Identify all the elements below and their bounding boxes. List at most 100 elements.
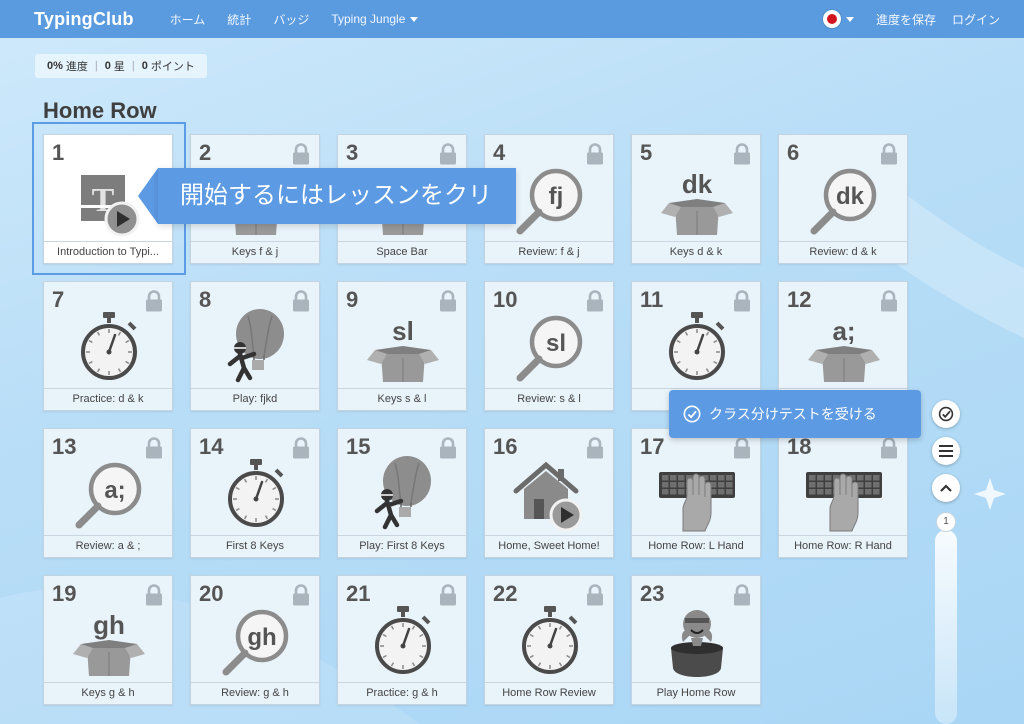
- lesson-card[interactable]: 10 sl Review: s & l: [484, 281, 614, 411]
- menu-icon: [939, 445, 953, 457]
- start-lesson-tooltip: 開始するにはレッスンをクリ: [158, 168, 516, 224]
- keyboard-hand-icon: [804, 455, 884, 535]
- home-video-icon: [510, 455, 590, 535]
- lesson-title: Play: fjkd: [191, 388, 319, 410]
- lesson-keys: gh: [93, 610, 125, 640]
- points-value: 0: [141, 60, 148, 72]
- lesson-card[interactable]: 23 Play Home Row: [631, 575, 761, 705]
- magnifier-icon: dk: [804, 161, 884, 241]
- points-label: ポイント: [150, 61, 195, 73]
- placement-test-tooltip[interactable]: クラス分けテストを受ける: [669, 390, 921, 438]
- save-progress-link[interactable]: 進度を保存: [876, 11, 936, 28]
- lesson-number: 3: [346, 140, 359, 165]
- magnifier-icon: gh: [216, 602, 296, 682]
- lesson-title: Space Bar: [338, 241, 466, 263]
- check-circle-icon: [683, 405, 701, 423]
- lesson-title: Home, Sweet Home!: [485, 535, 613, 557]
- course-dropdown-label: Typing Jungle: [331, 12, 406, 26]
- divider: |: [94, 60, 98, 72]
- typingclub-logo[interactable]: TypingClub: [34, 9, 134, 30]
- tooltip-arrow: [138, 168, 158, 224]
- placement-test-label: クラス分けテストを受ける: [709, 406, 877, 422]
- chevron-up-icon: [940, 484, 952, 492]
- lesson-number: 5: [640, 140, 653, 165]
- lesson-keys: a;: [104, 477, 125, 504]
- stars-label: 星: [113, 61, 125, 73]
- section-title: Home Row: [43, 98, 157, 123]
- lesson-number: 9: [346, 287, 359, 312]
- scroll-up-button[interactable]: [932, 474, 960, 502]
- lesson-keys: fj: [549, 183, 564, 210]
- lesson-keys: sl: [546, 330, 566, 357]
- box-icon: a;: [804, 308, 884, 388]
- lesson-title: Play: First 8 Keys: [338, 535, 466, 557]
- lesson-number: 4: [493, 140, 506, 165]
- keyboard-hand-icon: [657, 455, 737, 535]
- top-nav: TypingClub ホーム 統計 バッジ Typing Jungle 進度を保…: [0, 0, 1024, 38]
- japan-flag-icon: [822, 10, 841, 28]
- progress-stats: 0% 進度 | 0 星 | 0 ポイント: [35, 54, 207, 78]
- progress-label: 進度: [65, 61, 88, 73]
- lesson-card[interactable]: 15 Play: First 8 Keys: [337, 428, 467, 558]
- stopwatch-icon: [510, 602, 590, 682]
- lesson-number: 7: [52, 287, 65, 312]
- lesson-card[interactable]: 17 Home Row: L Hand: [631, 428, 761, 558]
- placement-test-button[interactable]: [932, 400, 960, 428]
- lesson-title: Keys g & h: [44, 682, 172, 704]
- lesson-title: Review: f & j: [485, 241, 613, 263]
- lesson-keys: sl: [392, 316, 414, 346]
- lesson-card[interactable]: 6 dk Review: d & k: [778, 134, 908, 264]
- chevron-down-icon: [410, 17, 419, 23]
- course-dropdown[interactable]: Typing Jungle: [331, 12, 419, 26]
- chevron-down-icon: [845, 16, 854, 22]
- lesson-title: Review: a & ;: [44, 535, 172, 557]
- lesson-keys: gh: [247, 624, 276, 651]
- page-number: 1: [936, 512, 956, 532]
- lesson-card[interactable]: 19 gh Keys g & h: [43, 575, 173, 705]
- lesson-card[interactable]: 20 gh Review: g & h: [190, 575, 320, 705]
- stopwatch-icon: [657, 308, 737, 388]
- balloon-game-icon: [216, 308, 296, 388]
- nav-right: 進度を保存 ログイン: [822, 0, 1000, 38]
- stopwatch-icon: [216, 455, 296, 535]
- nav-badges[interactable]: バッジ: [273, 11, 309, 28]
- menu-button[interactable]: [932, 437, 960, 465]
- language-selector[interactable]: [822, 10, 854, 28]
- box-icon: dk: [657, 161, 737, 241]
- lesson-card[interactable]: 22 Home Row Review: [484, 575, 614, 705]
- box-icon: sl: [363, 308, 443, 388]
- page-scroll-track[interactable]: [935, 530, 957, 724]
- progress-value: 0%: [47, 60, 63, 72]
- lesson-card[interactable]: 8 Play: fjkd: [190, 281, 320, 411]
- lesson-title: Home Row: R Hand: [779, 535, 907, 557]
- lesson-number: 6: [787, 140, 800, 165]
- nav-stats[interactable]: 統計: [227, 11, 251, 28]
- lesson-number: 2: [199, 140, 212, 165]
- lesson-number: 8: [199, 287, 212, 312]
- lesson-title: Review: s & l: [485, 388, 613, 410]
- lesson-card[interactable]: 18 Home Row: R Hand: [778, 428, 908, 558]
- lesson-title: Keys d & k: [632, 241, 760, 263]
- stopwatch-icon: [69, 308, 149, 388]
- lesson-card[interactable]: 14 First 8 Keys: [190, 428, 320, 558]
- lesson-card[interactable]: 13 a; Review: a & ;: [43, 428, 173, 558]
- lesson-card[interactable]: 21 Practice: g & h: [337, 575, 467, 705]
- pot-game-icon: [657, 602, 737, 682]
- lesson-card[interactable]: 9 sl Keys s & l: [337, 281, 467, 411]
- lesson-title: Home Row: L Hand: [632, 535, 760, 557]
- box-icon: gh: [69, 602, 149, 682]
- magnifier-icon: fj: [510, 161, 590, 241]
- lesson-keys: dk: [682, 169, 713, 199]
- nav-home[interactable]: ホーム: [170, 11, 206, 28]
- lesson-keys: dk: [836, 183, 865, 210]
- divider: |: [131, 60, 135, 72]
- magnifier-icon: a;: [69, 455, 149, 535]
- login-link[interactable]: ログイン: [952, 11, 1000, 28]
- lesson-card[interactable]: 16 Home, Sweet Home!: [484, 428, 614, 558]
- lesson-title: Practice: d & k: [44, 388, 172, 410]
- lesson-title: Keys f & j: [191, 241, 319, 263]
- stopwatch-icon: [363, 602, 443, 682]
- lesson-card[interactable]: 7 Practice: d & k: [43, 281, 173, 411]
- lesson-title: Review: d & k: [779, 241, 907, 263]
- lesson-card[interactable]: 5 dk Keys d & k: [631, 134, 761, 264]
